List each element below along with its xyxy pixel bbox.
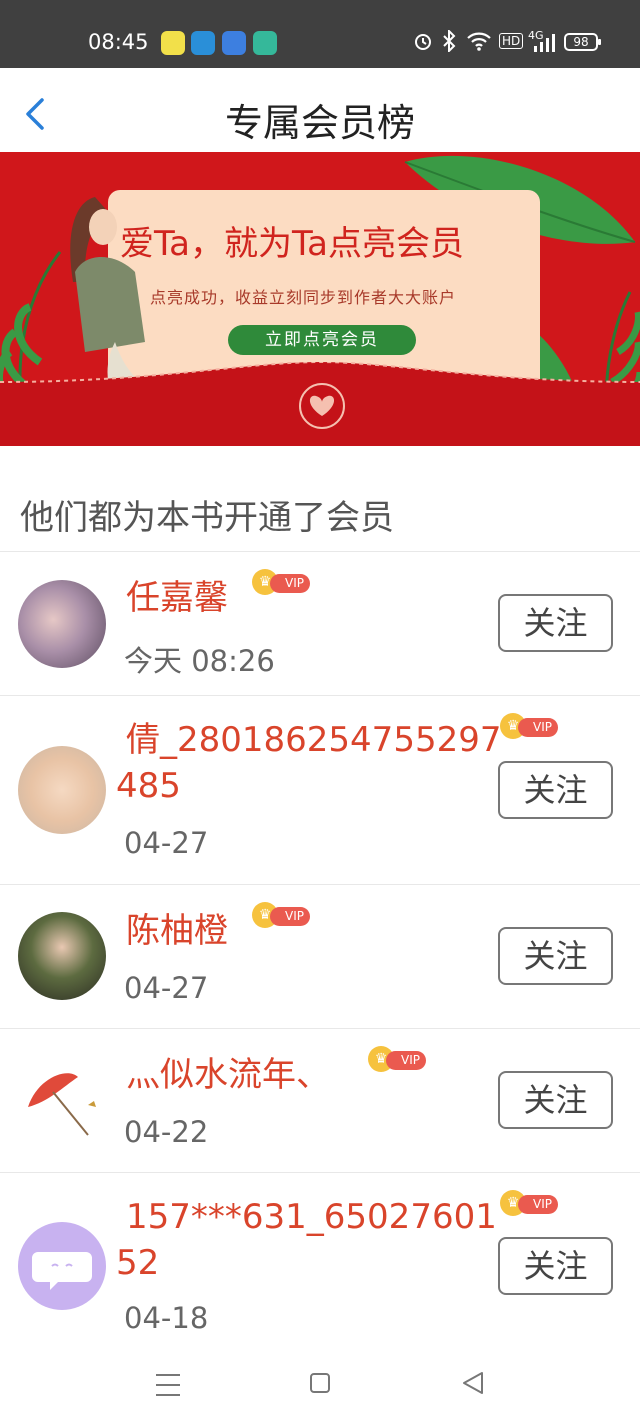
banner-subtitle: 点亮成功，收益立刻同步到作者大大账户	[150, 288, 457, 307]
list-item[interactable]: 157***631_65027601 52 ♛ VIP 04-18 关注	[0, 1173, 640, 1350]
member-date: 04-27	[124, 971, 209, 1005]
list-item[interactable]: 倩_280186254755297 485 ♛ VIP 04-27 关注	[0, 696, 640, 884]
member-name[interactable]: 157***631_65027601	[126, 1195, 497, 1239]
page-title: 专属会员榜	[224, 101, 415, 145]
member-name-continued[interactable]: 485	[116, 764, 181, 808]
vip-badge: ♛ VIP	[500, 713, 558, 739]
vip-badge: ♛ VIP	[368, 1046, 426, 1072]
avatar[interactable]	[18, 1057, 106, 1145]
list-item[interactable]: 任嘉馨 ♛ VIP 今天 08:26 关注	[0, 552, 640, 695]
follow-button[interactable]: 关注	[498, 927, 613, 985]
chat-bubble-icon	[32, 1252, 92, 1290]
avatar[interactable]	[18, 1222, 106, 1310]
member-date: 04-27	[124, 826, 209, 860]
avatar[interactable]	[18, 746, 106, 834]
follow-button[interactable]: 关注	[498, 1237, 613, 1295]
list-item[interactable]: 灬似水流年、 ♛ VIP 04-22 关注	[0, 1029, 640, 1172]
alarm-icon	[415, 34, 431, 50]
section-title: 他们都为本书开通了会员	[20, 498, 394, 538]
vip-badge: ♛ VIP	[252, 902, 310, 928]
back-triangle-icon[interactable]	[460, 1370, 486, 1396]
status-time: 08:45	[88, 30, 149, 54]
paper-plane-icon	[191, 31, 215, 55]
follow-button[interactable]: 关注	[498, 1071, 613, 1129]
recent-apps-icon[interactable]	[156, 1374, 180, 1396]
wifi-icon	[467, 32, 491, 51]
light-up-membership-button[interactable]: 立即点亮会员	[228, 325, 416, 355]
envelope-flap	[0, 362, 640, 446]
member-name[interactable]: 任嘉馨	[126, 576, 228, 620]
member-date: 04-22	[124, 1115, 209, 1149]
list-item[interactable]: 陈柚橙 ♛ VIP 04-27 关注	[0, 885, 640, 1028]
banner-headline: 爱Ta，就为Ta点亮会员	[120, 224, 464, 264]
app-notification-icon	[222, 31, 246, 55]
vip-badge: ♛ VIP	[252, 569, 310, 595]
promo-banner[interactable]: 爱Ta，就为Ta点亮会员 点亮成功，收益立刻同步到作者大大账户 立即点亮会员	[0, 152, 640, 446]
member-date: 今天 08:26	[124, 644, 275, 678]
member-date: 04-18	[124, 1301, 209, 1335]
home-icon[interactable]	[310, 1373, 330, 1393]
follow-button[interactable]: 关注	[498, 761, 613, 819]
umbrella-icon	[28, 1073, 96, 1136]
header-bar: 专属会员榜	[0, 68, 640, 152]
battery-icon: 98	[564, 33, 601, 51]
follow-button[interactable]: 关注	[498, 594, 613, 652]
avatar[interactable]	[18, 912, 106, 1000]
signal-icon	[534, 34, 555, 52]
member-name[interactable]: 陈柚橙	[126, 909, 228, 953]
status-bar: 08:45 HD 4G 98	[0, 0, 640, 68]
system-nav-bar	[0, 1350, 640, 1422]
app-notification-icon	[253, 31, 277, 55]
member-name[interactable]: 倩_280186254755297	[126, 718, 501, 762]
member-name[interactable]: 灬似水流年、	[126, 1053, 330, 1097]
avatar[interactable]	[18, 580, 106, 668]
bluetooth-icon	[443, 30, 456, 52]
app-notification-icon	[161, 31, 185, 55]
vip-badge: ♛ VIP	[500, 1190, 558, 1216]
hd-icon: HD	[499, 33, 524, 49]
member-name-continued[interactable]: 52	[116, 1241, 159, 1285]
